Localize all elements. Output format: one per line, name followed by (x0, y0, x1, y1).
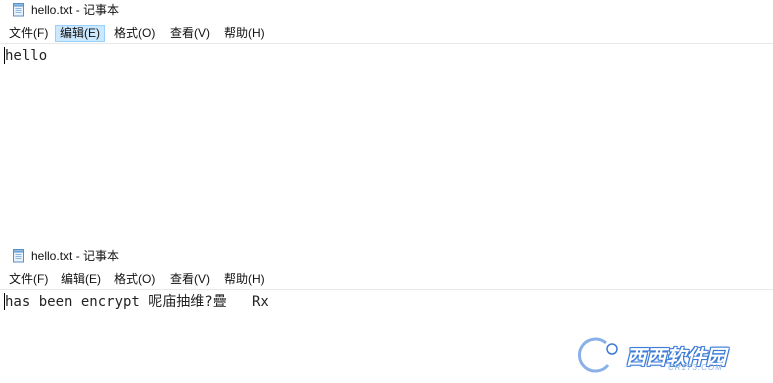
menu-view[interactable]: 查看(V) (166, 25, 214, 42)
menu-format[interactable]: 格式(O) (110, 25, 159, 42)
window-title: hello.txt - 记事本 (31, 3, 120, 17)
notepad-icon (13, 3, 24, 17)
editor-content: hello (5, 48, 48, 64)
watermark-subtext: CR173.COM (668, 363, 723, 372)
watermark-logo-icon (575, 335, 618, 375)
menu-edit[interactable]: 编辑(E) (55, 25, 105, 42)
window-title: hello.txt - 记事本 (31, 249, 120, 263)
menu-help[interactable]: 帮助(H) (220, 25, 269, 42)
menu-file[interactable]: 文件(F) (5, 25, 52, 42)
title-bar: hello.txt - 记事本 (0, 0, 773, 20)
menu-help[interactable]: 帮助(H) (220, 271, 269, 288)
notepad-window-top: hello.txt - 记事本 文件(F) 编辑(E) 格式(O) 查看(V) … (0, 0, 773, 246)
menu-file[interactable]: 文件(F) (5, 271, 52, 288)
menu-edit[interactable]: 编辑(E) (57, 271, 105, 288)
menu-view[interactable]: 查看(V) (166, 271, 214, 288)
menu-bar: 文件(F) 编辑(E) 格式(O) 查看(V) 帮助(H) (0, 270, 773, 290)
title-bar: hello.txt - 记事本 (0, 246, 773, 266)
menu-format[interactable]: 格式(O) (110, 271, 159, 288)
menu-bar: 文件(F) 编辑(E) 格式(O) 查看(V) 帮助(H) (0, 24, 773, 44)
site-watermark-logo: 西西软件园 CR173.COM (568, 335, 753, 375)
notepad-icon (13, 249, 24, 263)
text-editor-area[interactable]: hello (0, 44, 773, 246)
editor-content: has been encrypt 呢庙抽维?疊 Rx (5, 294, 269, 310)
